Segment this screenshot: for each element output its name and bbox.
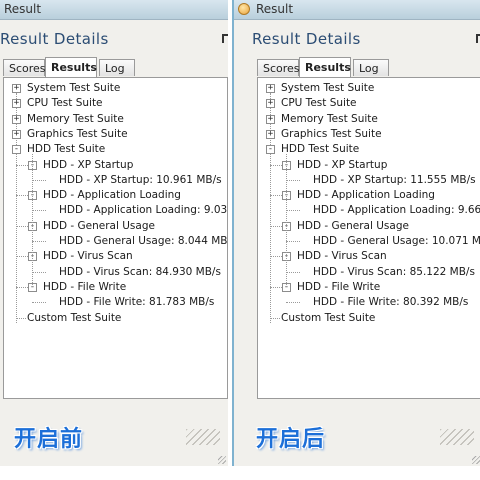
tree-connector <box>270 317 280 319</box>
tree-item[interactable]: HDD - XP Startup <box>297 159 387 172</box>
tree-item[interactable]: Graphics Test Suite <box>27 128 128 141</box>
plus-box-icon[interactable]: + <box>12 114 21 124</box>
resize-grip-icon[interactable] <box>218 456 226 464</box>
tree-item[interactable]: HDD - Application Loading <box>43 189 181 202</box>
result-window-after: Result Result Details Scores Results Log… <box>232 0 480 466</box>
tree-connector <box>286 241 300 242</box>
tree-item[interactable]: System Test Suite <box>27 82 120 95</box>
grip-decoration <box>440 429 474 445</box>
tree-item[interactable]: HDD - File Write: 81.783 MB/s <box>59 296 214 309</box>
tree-item[interactable]: HDD - XP Startup: 11.555 MB/s <box>313 174 476 187</box>
tree-connector <box>286 271 300 273</box>
tree-item[interactable]: HDD - General Usage <box>43 220 155 233</box>
tree-item[interactable]: HDD - Virus Scan: 85.122 MB/s <box>313 266 475 279</box>
tree-connector <box>16 317 26 319</box>
tab-log[interactable]: Log <box>353 59 389 76</box>
tree-item[interactable]: HDD - Virus Scan <box>43 250 133 263</box>
plus-box-icon[interactable]: + <box>266 114 275 124</box>
tree-connector <box>32 179 46 181</box>
tab-scores[interactable]: Scores <box>257 59 300 76</box>
tree-connector <box>32 302 46 304</box>
tree-connector <box>32 210 46 212</box>
tree-item[interactable]: CPU Test Suite <box>281 97 357 110</box>
tree-connector <box>32 271 46 273</box>
tree-item[interactable]: HDD - Application Loading: 9.661 MB/s <box>313 204 480 217</box>
result-window-before: Result Result Details Scores Results Log… <box>0 0 228 466</box>
tree-item[interactable]: HDD - General Usage: 8.044 MB/s <box>59 235 227 248</box>
caption-label: 开启前 <box>14 427 84 452</box>
tree-item[interactable]: HDD - Application Loading <box>297 189 435 202</box>
tree-item[interactable]: HDD - General Usage: 10.071 MB/s <box>313 235 480 248</box>
tree-item[interactable]: Custom Test Suite <box>27 312 121 325</box>
tab-log[interactable]: Log <box>99 59 135 76</box>
plus-box-icon[interactable]: + <box>12 84 21 93</box>
app-icon[interactable] <box>238 3 250 15</box>
minus-box-icon[interactable]: - <box>266 145 275 155</box>
tree-item[interactable]: HDD Test Suite <box>27 143 105 156</box>
results-tree: + System Test Suite + CPU Test Suite + Memory… <box>3 77 228 399</box>
minus-box-icon[interactable]: - <box>12 145 21 155</box>
tree-connector <box>286 302 300 304</box>
window-footer: 开启后 <box>234 399 480 466</box>
result-details-heading: Result Details <box>252 30 361 48</box>
tree-item[interactable]: Memory Test Suite <box>27 113 124 126</box>
tree-connector <box>286 210 300 212</box>
tab-scores[interactable]: Scores <box>3 59 46 76</box>
tree-item[interactable]: System Test Suite <box>281 82 374 95</box>
corner-mark-icon <box>476 34 480 43</box>
tree-connector <box>286 179 300 181</box>
tree-item[interactable]: HDD - File Write: 80.392 MB/s <box>313 296 468 309</box>
result-details-heading: Result Details <box>0 30 109 48</box>
tab-results[interactable]: Results <box>45 57 97 77</box>
plus-box-icon[interactable]: + <box>266 129 275 139</box>
caption-label: 开启后 <box>256 427 326 452</box>
tree-connector <box>286 154 287 287</box>
tree-item[interactable]: HDD - Application Loading: 9.033 MB/s <box>59 204 227 217</box>
tree-connector <box>32 154 33 287</box>
tab-results[interactable]: Results <box>299 57 351 77</box>
results-tree: + System Test Suite + CPU Test Suite + Memory… <box>257 77 480 399</box>
tree-item[interactable]: HDD - Virus Scan <box>297 250 387 263</box>
tree-connector <box>16 93 17 323</box>
tree-connector <box>32 241 46 242</box>
window-title: Result <box>256 2 294 16</box>
window-title: Result <box>4 2 42 16</box>
resize-grip-icon[interactable] <box>472 456 480 464</box>
title-bar[interactable]: Result <box>0 0 228 20</box>
tree-item[interactable]: HDD - Virus Scan: 84.930 MB/s <box>59 266 221 279</box>
tree-item[interactable]: Custom Test Suite <box>281 312 375 325</box>
tree-item[interactable]: CPU Test Suite <box>27 97 103 110</box>
corner-mark-icon <box>222 34 228 43</box>
tree-item[interactable]: HDD - General Usage <box>297 220 409 233</box>
title-bar[interactable]: Result <box>234 0 480 20</box>
window-footer: 开启前 <box>0 399 228 466</box>
tree-item[interactable]: HDD - XP Startup: 10.961 MB/s <box>59 174 222 187</box>
plus-box-icon[interactable]: + <box>12 129 21 139</box>
tree-item[interactable]: HDD Test Suite <box>281 143 359 156</box>
plus-box-icon[interactable]: + <box>12 99 21 109</box>
tree-item[interactable]: Memory Test Suite <box>281 113 378 126</box>
tree-item[interactable]: HDD - XP Startup <box>43 159 133 172</box>
plus-box-icon[interactable]: + <box>266 99 275 109</box>
plus-box-icon[interactable]: + <box>266 84 275 93</box>
grip-decoration <box>186 429 220 445</box>
tree-item[interactable]: Graphics Test Suite <box>281 128 382 141</box>
tree-item[interactable]: HDD - File Write <box>297 281 380 294</box>
tree-item[interactable]: HDD - File Write <box>43 281 126 294</box>
tree-connector <box>270 93 271 323</box>
